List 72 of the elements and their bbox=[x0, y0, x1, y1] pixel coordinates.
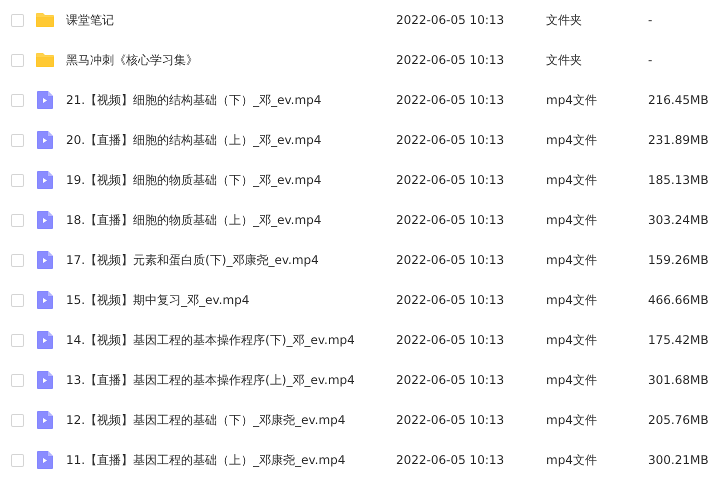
modified-date: 2022-06-05 10:13 bbox=[396, 133, 504, 147]
file-name[interactable]: 12.【视频】基因工程的基础（下）_邓康尧_ev.mp4 bbox=[66, 413, 346, 427]
file-size: - bbox=[648, 13, 652, 27]
file-size: 301.68MB bbox=[648, 373, 709, 387]
checkbox[interactable] bbox=[11, 294, 24, 306]
checkbox[interactable] bbox=[11, 214, 24, 226]
video-file-icon bbox=[35, 330, 55, 350]
video-file-icon bbox=[35, 170, 55, 190]
checkbox[interactable] bbox=[11, 134, 24, 146]
file-type: 文件夹 bbox=[546, 13, 582, 27]
file-name[interactable]: 课堂笔记 bbox=[66, 13, 114, 27]
file-name[interactable]: 黑马冲刺《核心学习集》 bbox=[66, 53, 198, 67]
file-size: 231.89MB bbox=[648, 133, 709, 147]
modified-date: 2022-06-05 10:13 bbox=[396, 93, 504, 107]
file-size: 300.21MB bbox=[648, 453, 709, 467]
folder-icon bbox=[35, 10, 55, 30]
video-file-icon bbox=[35, 210, 55, 230]
file-name[interactable]: 17.【视频】元素和蛋白质(下)_邓康尧_ev.mp4 bbox=[66, 253, 319, 267]
file-size: 185.13MB bbox=[648, 173, 709, 187]
video-file-icon bbox=[35, 450, 55, 470]
modified-date: 2022-06-05 10:13 bbox=[396, 253, 504, 267]
modified-date: 2022-06-05 10:13 bbox=[396, 173, 504, 187]
video-file-icon bbox=[35, 410, 55, 430]
modified-date: 2022-06-05 10:13 bbox=[396, 333, 504, 347]
checkbox[interactable] bbox=[11, 374, 24, 386]
video-file-icon bbox=[35, 90, 55, 110]
modified-date: 2022-06-05 10:13 bbox=[396, 413, 504, 427]
file-size: 216.45MB bbox=[648, 93, 709, 107]
checkbox[interactable] bbox=[11, 54, 24, 66]
file-type: mp4文件 bbox=[546, 133, 597, 147]
file-name[interactable]: 21.【视频】细胞的结构基础（下）_邓_ev.mp4 bbox=[66, 93, 322, 107]
modified-date: 2022-06-05 10:13 bbox=[396, 213, 504, 227]
checkbox[interactable] bbox=[11, 454, 24, 466]
file-size: 175.42MB bbox=[648, 333, 709, 347]
file-size: - bbox=[648, 53, 652, 67]
file-type: mp4文件 bbox=[546, 293, 597, 307]
checkbox[interactable] bbox=[11, 414, 24, 426]
file-name[interactable]: 13.【直播】基因工程的基本操作程序(上)_邓_ev.mp4 bbox=[66, 373, 355, 387]
file-size: 466.66MB bbox=[648, 293, 709, 307]
file-type: mp4文件 bbox=[546, 253, 597, 267]
checkbox[interactable] bbox=[11, 94, 24, 106]
checkbox[interactable] bbox=[11, 334, 24, 346]
file-name[interactable]: 19.【视频】细胞的物质基础（下）_邓_ev.mp4 bbox=[66, 173, 322, 187]
file-type: mp4文件 bbox=[546, 93, 597, 107]
file-type: mp4文件 bbox=[546, 213, 597, 227]
checkbox[interactable] bbox=[11, 254, 24, 266]
file-size: 303.24MB bbox=[648, 213, 709, 227]
video-file-icon bbox=[35, 250, 55, 270]
file-type: mp4文件 bbox=[546, 333, 597, 347]
file-size: 205.76MB bbox=[648, 413, 709, 427]
file-type: 文件夹 bbox=[546, 53, 582, 67]
file-name[interactable]: 14.【视频】基因工程的基本操作程序(下)_邓_ev.mp4 bbox=[66, 333, 355, 347]
modified-date: 2022-06-05 10:13 bbox=[396, 53, 504, 67]
file-type: mp4文件 bbox=[546, 173, 597, 187]
checkbox[interactable] bbox=[11, 14, 24, 26]
file-type: mp4文件 bbox=[546, 413, 597, 427]
checkbox[interactable] bbox=[11, 174, 24, 186]
video-file-icon bbox=[35, 290, 55, 310]
file-type: mp4文件 bbox=[546, 453, 597, 467]
file-name[interactable]: 20.【直播】细胞的结构基础（上）_邓_ev.mp4 bbox=[66, 133, 322, 147]
modified-date: 2022-06-05 10:13 bbox=[396, 453, 504, 467]
video-file-icon bbox=[35, 370, 55, 390]
modified-date: 2022-06-05 10:13 bbox=[396, 293, 504, 307]
file-name[interactable]: 18.【直播】细胞的物质基础（上）_邓_ev.mp4 bbox=[66, 213, 322, 227]
file-type: mp4文件 bbox=[546, 373, 597, 387]
file-name[interactable]: 11.【直播】基因工程的基础（上）_邓康尧_ev.mp4 bbox=[66, 453, 346, 467]
folder-icon bbox=[35, 50, 55, 70]
file-name[interactable]: 15.【视频】期中复习_邓_ev.mp4 bbox=[66, 293, 250, 307]
file-size: 159.26MB bbox=[648, 253, 709, 267]
modified-date: 2022-06-05 10:13 bbox=[396, 13, 504, 27]
modified-date: 2022-06-05 10:13 bbox=[396, 373, 504, 387]
video-file-icon bbox=[35, 130, 55, 150]
